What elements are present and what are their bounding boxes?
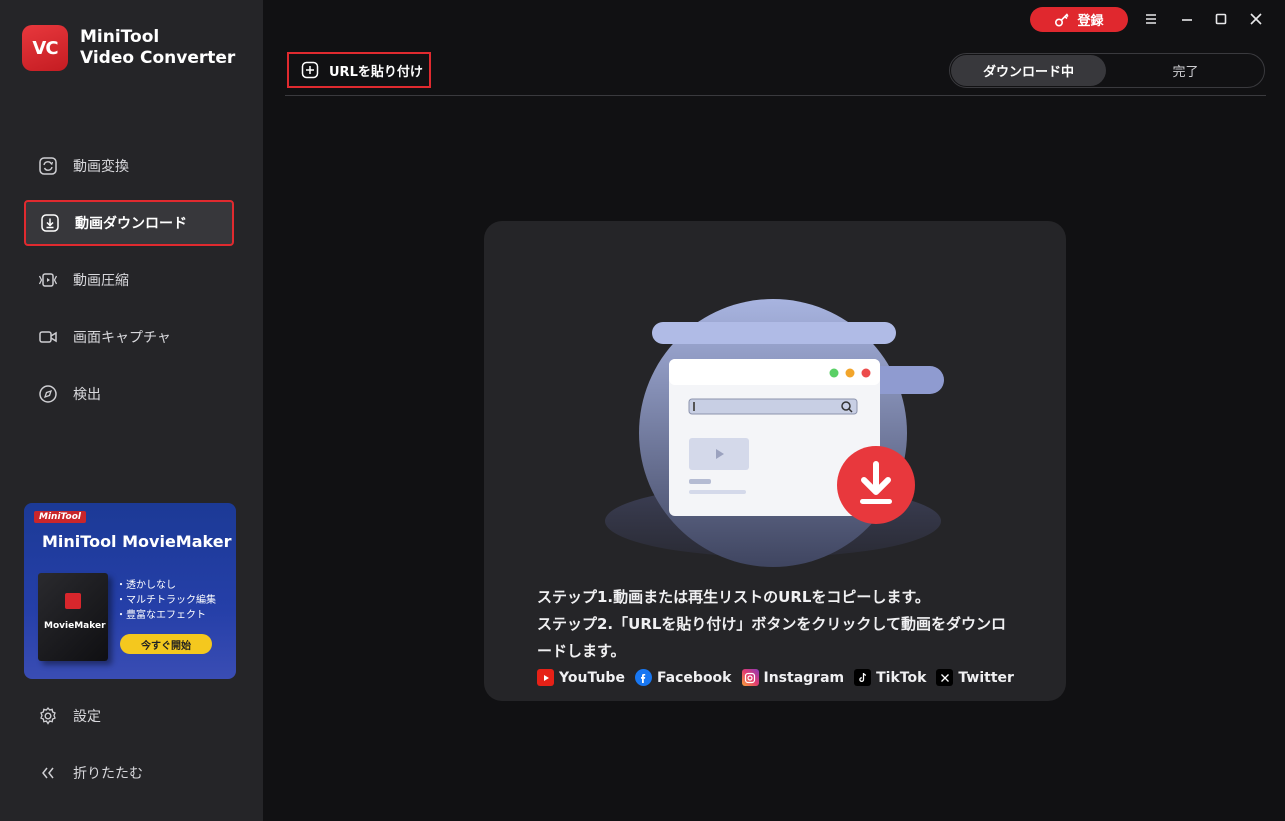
promo-feature: ・豊富なエフェクト xyxy=(116,610,206,621)
menu-button[interactable] xyxy=(1140,8,1162,30)
gear-icon xyxy=(38,706,58,726)
app-window: VC MiniTool Video Converter 動画変換 動画ダウンロー… xyxy=(0,0,1285,821)
tab-completed[interactable]: 完了 xyxy=(1108,55,1263,86)
step-1-text: ステップ1.動画または再生リストのURLをコピーします。 xyxy=(537,588,930,606)
collapse-label: 折りたたむ xyxy=(73,766,143,782)
maximize-icon xyxy=(1215,13,1227,25)
platform-facebook: Facebook xyxy=(634,669,732,686)
app-name-line1: MiniTool xyxy=(80,27,160,47)
double-chevron-left-icon xyxy=(38,763,58,783)
tiktok-icon xyxy=(854,669,872,686)
compress-icon xyxy=(38,270,58,290)
x-twitter-icon xyxy=(936,669,954,686)
platform-label: TikTok xyxy=(876,669,927,686)
platform-label: Facebook xyxy=(656,669,732,686)
sidebar: VC MiniTool Video Converter 動画変換 動画ダウンロー… xyxy=(0,0,263,821)
empty-state-card: ステップ1.動画または再生リストのURLをコピーします。 ステップ2.「URLを… xyxy=(484,221,1066,701)
promo-box-label: MovieMaker xyxy=(44,621,106,631)
sidebar-item-label: 動画ダウンロード xyxy=(75,216,187,232)
close-button[interactable] xyxy=(1245,8,1267,30)
camera-icon xyxy=(38,327,58,347)
paste-url-label: URLを貼り付け xyxy=(329,64,423,80)
promo-title: MiniTool MovieMaker xyxy=(42,532,232,551)
sidebar-item-label: 画面キャプチャ xyxy=(73,330,171,346)
compass-icon xyxy=(38,384,58,404)
platform-label: YouTube xyxy=(559,669,625,686)
promo-features: ・透かしなし ・マルチトラック編集 ・豊富なエフェクト xyxy=(116,578,216,623)
platform-twitter: Twitter xyxy=(936,669,1014,686)
tab-downloading[interactable]: ダウンロード中 xyxy=(951,55,1106,86)
paste-url-button[interactable]: URLを貼り付け xyxy=(287,52,431,88)
app-name: MiniTool Video Converter xyxy=(80,27,235,69)
register-label: 登録 xyxy=(1077,14,1104,29)
instructions: ステップ1.動画または再生リストのURLをコピーします。 ステップ2.「URLを… xyxy=(537,584,1007,665)
minimize-button[interactable] xyxy=(1176,8,1198,30)
moviemaker-logo-icon xyxy=(65,593,81,609)
download-illustration xyxy=(605,299,944,567)
sidebar-item-screen-capture[interactable]: 画面キャプチャ xyxy=(24,314,234,360)
register-button[interactable]: 登録 xyxy=(1030,7,1128,32)
supported-platforms: YouTube Facebook Instagram TikTok Twitte… xyxy=(537,669,1024,686)
settings-label: 設定 xyxy=(73,709,101,725)
maximize-button[interactable] xyxy=(1210,8,1232,30)
moviemaker-box-image: MovieMaker xyxy=(38,573,108,661)
platform-tiktok: TikTok xyxy=(854,669,926,686)
collapse-sidebar-button[interactable]: 折りたたむ xyxy=(38,763,143,783)
promo-feature: ・透かしなし xyxy=(116,580,176,591)
app-name-line2: Video Converter xyxy=(80,48,236,68)
key-icon xyxy=(1055,12,1070,27)
youtube-icon xyxy=(537,669,554,686)
sidebar-item-discover[interactable]: 検出 xyxy=(24,371,234,417)
app-logo-icon: VC xyxy=(22,25,68,71)
minimize-icon xyxy=(1182,19,1192,21)
logo-mark-text: VC xyxy=(32,37,58,59)
convert-icon xyxy=(38,156,58,176)
close-icon xyxy=(1250,13,1262,25)
platform-youtube: YouTube xyxy=(537,669,625,686)
sidebar-item-label: 動画圧縮 xyxy=(73,273,129,289)
moviemaker-promo-banner[interactable]: MiniTool MiniTool MovieMaker MovieMaker … xyxy=(24,503,236,679)
sidebar-item-video-compress[interactable]: 動画圧縮 xyxy=(24,257,234,303)
app-logo: VC MiniTool Video Converter xyxy=(22,25,235,71)
settings-button[interactable]: 設定 xyxy=(38,706,101,726)
promo-brand-badge: MiniTool xyxy=(34,511,86,523)
hamburger-icon xyxy=(1146,14,1156,24)
download-icon xyxy=(40,213,60,233)
step-2-text: ステップ2.「URLを貼り付け」ボタンをクリックして動画をダウンロードします。 xyxy=(537,615,1006,660)
facebook-icon xyxy=(634,669,652,686)
promo-feature: ・マルチトラック編集 xyxy=(116,595,216,606)
download-tabs: ダウンロード中 完了 xyxy=(949,53,1265,88)
toolbar-divider xyxy=(285,95,1266,96)
plus-square-icon xyxy=(301,61,319,79)
platform-label: Instagram xyxy=(763,669,845,686)
sidebar-item-video-convert[interactable]: 動画変換 xyxy=(24,143,234,189)
promo-start-button[interactable]: 今すぐ開始 xyxy=(120,634,212,654)
sidebar-nav: 動画変換 動画ダウンロード 動画圧縮 画面キャプチャ 検出 xyxy=(24,143,234,428)
platform-label: Twitter xyxy=(958,669,1014,686)
platform-instagram: Instagram xyxy=(741,669,845,686)
sidebar-item-label: 検出 xyxy=(73,387,101,403)
instagram-icon xyxy=(741,669,759,686)
sidebar-item-video-download[interactable]: 動画ダウンロード xyxy=(24,200,234,246)
sidebar-item-label: 動画変換 xyxy=(73,159,129,175)
